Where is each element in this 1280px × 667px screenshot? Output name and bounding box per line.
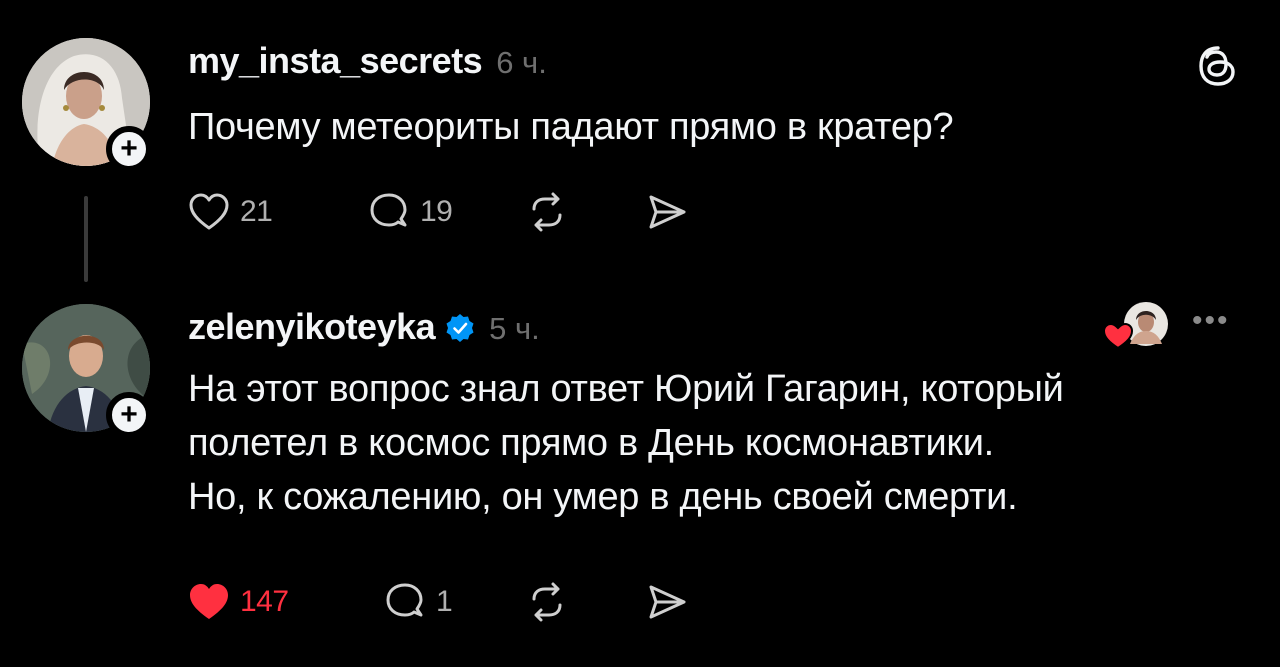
post-time: 6 ч. xyxy=(496,45,547,80)
heart-icon xyxy=(189,193,229,230)
share-button[interactable] xyxy=(644,189,704,235)
comment-bubble-icon xyxy=(370,193,407,227)
like-button[interactable]: 21 xyxy=(186,189,366,235)
follow-plus-button[interactable]: + xyxy=(106,126,152,172)
comment-count: 1 xyxy=(436,585,453,618)
comment-bubble-icon xyxy=(386,583,423,617)
username[interactable]: my_insta_secrets xyxy=(188,40,483,82)
like-count: 21 xyxy=(240,195,273,228)
heart-icon xyxy=(190,584,228,619)
like-button[interactable]: 147 xyxy=(186,579,382,625)
comment-count: 19 xyxy=(420,195,453,228)
post-header: zelenyikoteyka 5 ч. xyxy=(188,306,540,348)
thread-connector-line xyxy=(84,196,88,282)
post-text-line: Но, к сожалению, он умер в день своей см… xyxy=(188,476,1018,518)
action-bar: 21 19 xyxy=(186,188,704,236)
share-button[interactable] xyxy=(644,579,704,625)
repost-button[interactable] xyxy=(524,189,644,235)
liked-by-author-icon[interactable] xyxy=(1100,300,1172,352)
action-bar: 147 1 xyxy=(186,578,704,626)
comment-button[interactable]: 19 xyxy=(366,189,524,235)
threads-logo-icon[interactable] xyxy=(1196,44,1240,88)
repost-icon xyxy=(532,582,562,622)
more-options-button[interactable]: ••• xyxy=(1192,306,1230,336)
follow-plus-button[interactable]: + xyxy=(106,392,152,438)
post-text: На этот вопрос знал ответ Юрий Гагарин, … xyxy=(188,362,1258,524)
post-text-line: Почему метеориты падают прямо в кратер? xyxy=(188,106,954,148)
post-time: 5 ч. xyxy=(489,311,540,346)
post-text-line: полетел в космос прямо в День космонавти… xyxy=(188,422,994,464)
send-icon xyxy=(649,585,686,619)
repost-button[interactable] xyxy=(524,579,644,625)
comment-button[interactable]: 1 xyxy=(382,579,524,625)
post-text-line: На этот вопрос знал ответ Юрий Гагарин, … xyxy=(188,368,1064,410)
like-count: 147 xyxy=(240,585,289,618)
post-text: Почему метеориты падают прямо в кратер? xyxy=(188,100,1258,154)
post-header: my_insta_secrets 6 ч. xyxy=(188,40,547,82)
username[interactable]: zelenyikoteyka xyxy=(188,306,436,348)
repost-icon xyxy=(532,192,562,232)
send-icon xyxy=(649,195,686,229)
more-horizontal-icon: ••• xyxy=(1192,304,1230,337)
post: + zelenyikoteyka 5 ч. ••• На этот вопрос… xyxy=(0,290,1280,667)
post: + my_insta_secrets 6 ч. Почему метеориты… xyxy=(0,0,1280,290)
verified-badge-icon xyxy=(446,314,474,342)
